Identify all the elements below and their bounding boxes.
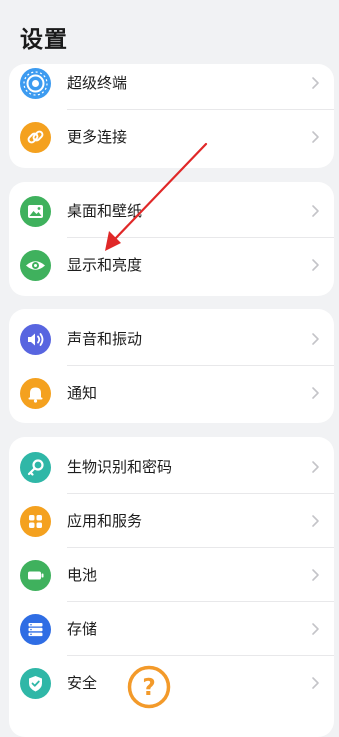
settings-item-display-brightness[interactable]: 显示和亮度 [9,238,334,292]
settings-item-label: 安全 [67,674,98,692]
chevron-right-icon [312,259,319,271]
settings-item-wallpaper[interactable]: 桌面和壁纸 [9,184,334,238]
page-title: 设置 [20,27,68,53]
chevron-right-icon [312,387,319,399]
chevron-right-icon [312,131,319,143]
settings-group-sound-notifications: 声音和振动 通知 [9,309,334,423]
settings-item-label: 通知 [67,384,98,402]
help-badge[interactable]: ? [126,664,172,710]
settings-item-label: 声音和振动 [67,330,143,348]
chevron-right-icon [312,461,319,473]
settings-item-label: 存储 [67,620,98,638]
chevron-right-icon [312,623,319,635]
speaker-icon [20,324,51,355]
settings-group-display: 桌面和壁纸 显示和亮度 [9,182,334,296]
chevron-right-icon [312,569,319,581]
settings-group-connectivity: 超级终端 更多连接 [9,64,334,168]
settings-item-label: 生物识别和密码 [67,458,173,476]
chevron-right-icon [312,515,319,527]
link-icon [20,122,51,153]
settings-item-storage[interactable]: 存储 [9,602,334,656]
apps-grid-icon [20,506,51,537]
chevron-right-icon [312,77,319,89]
settings-item-label: 应用和服务 [67,512,143,530]
settings-item-label: 超级终端 [67,74,128,92]
bell-icon [20,378,51,409]
settings-item-label: 更多连接 [67,128,128,146]
super-device-icon [20,68,51,99]
question-mark-icon: ? [142,675,155,701]
settings-item-label: 显示和亮度 [67,256,143,274]
eye-icon [20,250,51,281]
settings-item-notifications[interactable]: 通知 [9,366,334,420]
chevron-right-icon [312,205,319,217]
settings-item-more-connections[interactable]: 更多连接 [9,110,334,164]
settings-item-super-device[interactable]: 超级终端 [9,64,334,110]
chevron-right-icon [312,333,319,345]
battery-icon [20,560,51,591]
settings-item-battery[interactable]: 电池 [9,548,334,602]
storage-icon [20,614,51,645]
wallpaper-icon [20,196,51,227]
settings-item-label: 电池 [67,566,98,584]
settings-item-apps-services[interactable]: 应用和服务 [9,494,334,548]
key-icon [20,452,51,483]
settings-item-biometrics-password[interactable]: 生物识别和密码 [9,440,334,494]
settings-item-label: 桌面和壁纸 [67,202,143,220]
settings-item-sound-vibration[interactable]: 声音和振动 [9,312,334,366]
chevron-right-icon [312,677,319,689]
shield-icon [20,668,51,699]
